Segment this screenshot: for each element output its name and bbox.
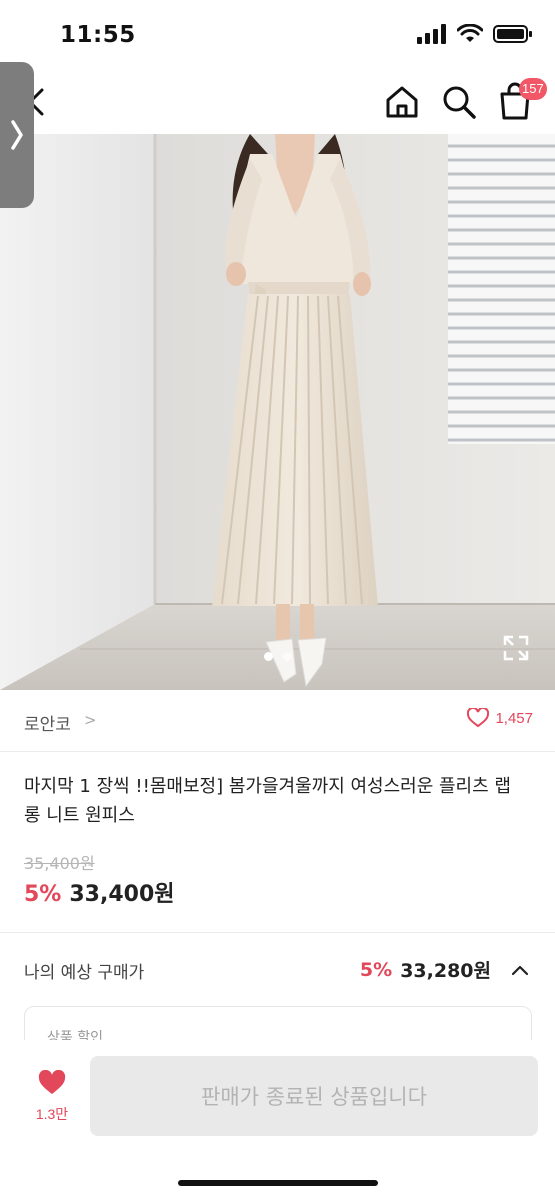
shop-like[interactable]: 1,457 — [467, 708, 533, 728]
carousel-dot[interactable] — [282, 652, 292, 661]
signal-icon — [417, 24, 446, 44]
divider — [0, 932, 555, 933]
discount-rate: 5% — [24, 882, 62, 907]
product-image[interactable] — [0, 134, 555, 690]
expected-price-label: 나의 예상 구매가 — [24, 963, 145, 983]
status-time: 11:55 — [60, 22, 136, 48]
expected-price-values: 5% 33,280원 — [360, 956, 531, 983]
home-icon — [386, 86, 418, 118]
expected-price-value: 33,280원 — [400, 960, 491, 982]
status-icons — [417, 24, 533, 44]
home-button[interactable] — [382, 82, 422, 122]
wish-count: 1.3만 — [35, 1106, 69, 1122]
soldout-button[interactable]: 판매가 종료된 상품입니다 — [90, 1056, 538, 1136]
wish-button[interactable]: 1.3만 — [26, 1069, 78, 1132]
side-panel-handle[interactable] — [0, 62, 34, 208]
sale-price: 33,400원 — [69, 882, 175, 907]
shop-row[interactable]: 로안코 > 1,457 — [0, 690, 555, 752]
status-bar: 11:55 — [0, 0, 555, 70]
carousel-dots — [0, 652, 555, 661]
chevron-right-icon — [11, 120, 23, 150]
price-row: 5% 33,400원 — [24, 876, 175, 908]
battery-icon — [493, 25, 532, 43]
search-button[interactable] — [440, 82, 478, 122]
shop-like-count: 1,457 — [495, 709, 533, 727]
bottom-action-bar: 1.3만 판매가 종료된 상품입니다 — [0, 1040, 555, 1200]
heart-filled-icon — [38, 1069, 66, 1094]
heart-outline-icon — [467, 708, 490, 728]
shop-chevron-icon: > — [84, 711, 97, 729]
product-photo — [0, 134, 555, 690]
expected-discount-rate: 5% — [359, 958, 393, 981]
chevron-up-icon[interactable] — [509, 959, 531, 981]
header: 157 — [0, 70, 555, 134]
carousel-dot-active[interactable] — [263, 652, 273, 661]
home-indicator — [178, 1180, 378, 1186]
cart-count-badge: 157 — [519, 78, 547, 100]
cart-button[interactable]: 157 — [497, 78, 547, 122]
original-price: 35,400원 — [24, 854, 95, 873]
product-title: 마지막 1 장씩 !!몸매보정] 봄가을겨울까지 여성스러운 플리츠 랩 롱 니… — [24, 776, 511, 826]
expected-price-row[interactable]: 나의 예상 구매가 5% 33,280원 — [0, 940, 555, 996]
search-icon — [443, 86, 476, 119]
wifi-icon — [457, 24, 483, 42]
shop-name[interactable]: 로안코 — [24, 710, 71, 735]
